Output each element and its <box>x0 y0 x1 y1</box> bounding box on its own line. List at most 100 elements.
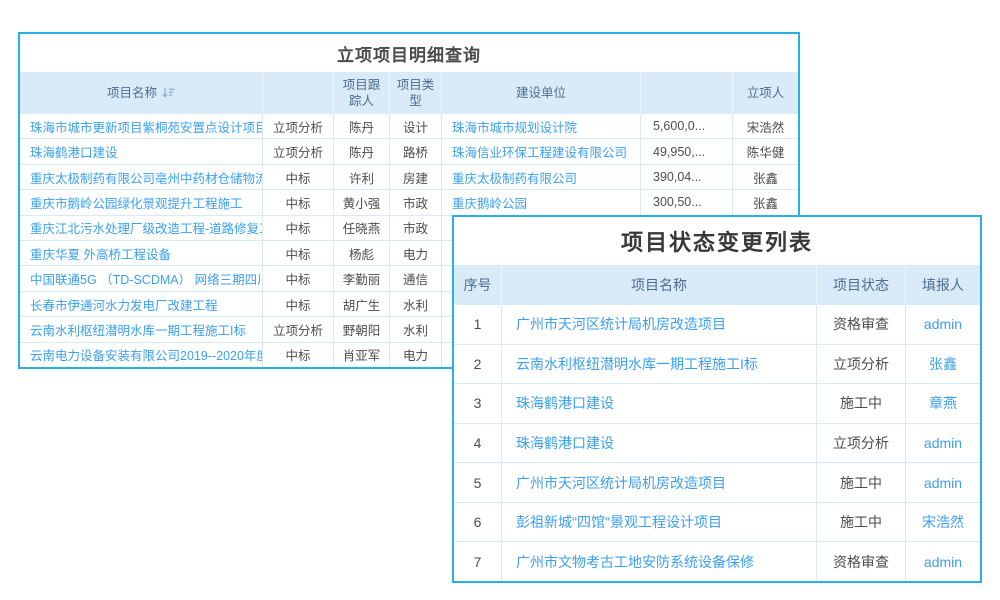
reporter-link[interactable]: admin <box>924 475 962 491</box>
creator-cell: 陈华健 <box>733 139 798 163</box>
header-stage <box>263 72 334 114</box>
project-name-link[interactable]: 云南电力设备安装有限公司2019--2020年度劳务 <box>30 345 262 364</box>
header-project-name: 项目名称 <box>502 265 817 305</box>
reporter-cell: 章燕 <box>906 384 980 423</box>
project-name-link[interactable]: 重庆华夏 外高桥工程设备 <box>30 244 171 263</box>
project-name-link[interactable]: 彭祖新城"四馆"景观工程设计项目 <box>516 512 722 532</box>
project-name-link[interactable]: 云南水利枢纽潜明水库一期工程施工I标 <box>30 320 246 339</box>
org-link[interactable]: 重庆太极制药有限公司 <box>452 168 577 187</box>
project-name-cell: 重庆华夏 外高桥工程设备 <box>20 241 263 265</box>
reporter-link[interactable]: admin <box>924 316 962 332</box>
project-tracker-cell: 胡广生 <box>334 292 390 316</box>
reporter-link[interactable]: 张鑫 <box>929 354 957 374</box>
org-cell: 重庆鹅岭公园 <box>442 190 641 214</box>
project-name-cell: 重庆市鹅岭公园绿化景观提升工程施工 <box>20 190 263 214</box>
project-name-cell: 珠海鹤港口建设 <box>20 139 263 163</box>
serial-cell: 2 <box>454 345 502 384</box>
project-name-cell: 珠海鹤港口建设 <box>502 424 817 463</box>
org-cell: 珠海市城市规划设计院 <box>442 114 641 138</box>
project-tracker-cell: 任晓燕 <box>334 216 390 240</box>
project-name-cell: 珠海鹤港口建设 <box>502 384 817 423</box>
reporter-cell: 宋浩然 <box>906 503 980 542</box>
table-row: 7 广州市文物考古工地安防系统设备保修 资格审查 admin <box>454 542 980 581</box>
back-table-header-row: 项目名称 项目跟踪人 项目类型 建设单位 立项人 <box>20 72 798 114</box>
org-link[interactable]: 重庆鹅岭公园 <box>452 193 527 212</box>
project-stage-cell: 中标 <box>263 343 334 367</box>
amount-cell: 300,50... <box>641 190 733 214</box>
project-tracker-cell: 李勤丽 <box>334 266 390 290</box>
project-stage-cell: 立项分析 <box>263 317 334 341</box>
serial-cell: 1 <box>454 305 502 344</box>
project-name-cell: 广州市天河区统计局机房改造项目 <box>502 305 817 344</box>
project-name-link[interactable]: 广州市天河区统计局机房改造项目 <box>516 473 726 493</box>
table-row: 4 珠海鹤港口建设 立项分析 admin <box>454 424 980 464</box>
project-name-link[interactable]: 重庆江北污水处理厂级改造工程-道路修复工程 <box>30 218 262 237</box>
reporter-link[interactable]: 章燕 <box>929 393 957 413</box>
reporter-link[interactable]: admin <box>924 435 962 451</box>
org-link[interactable]: 珠海信业环保工程建设有限公司 <box>452 142 627 161</box>
project-name-cell: 云南水利枢纽潜明水库一期工程施工I标 <box>20 317 263 341</box>
org-link[interactable]: 珠海市城市规划设计院 <box>452 117 577 136</box>
project-stage-cell: 立项分析 <box>263 114 334 138</box>
serial-cell: 5 <box>454 463 502 502</box>
project-tracker-cell: 肖亚军 <box>334 343 390 367</box>
table-row: 2 云南水利枢纽潜明水库一期工程施工I标 立项分析 张鑫 <box>454 345 980 385</box>
front-table-body: 1 广州市天河区统计局机房改造项目 资格审查 admin 2 云南水利枢纽潜明水… <box>454 305 980 581</box>
project-name-cell: 云南电力设备安装有限公司2019--2020年度劳务 <box>20 343 263 367</box>
project-name-link[interactable]: 长春市伊通河水力发电厂改建工程 <box>30 295 218 314</box>
project-stage-cell: 中标 <box>263 165 334 189</box>
project-name-cell: 广州市天河区统计局机房改造项目 <box>502 463 817 502</box>
project-status-cell: 资格审查 <box>817 305 906 344</box>
serial-cell: 7 <box>454 542 502 581</box>
project-name-link[interactable]: 重庆市鹅岭公园绿化景观提升工程施工 <box>30 193 243 212</box>
project-type-cell: 电力 <box>390 343 442 367</box>
project-name-link[interactable]: 珠海市城市更新项目紫桐苑安置点设计项目 <box>30 117 262 136</box>
sort-amount-icon[interactable] <box>162 87 175 99</box>
project-name-link[interactable]: 云南水利枢纽潜明水库一期工程施工I标 <box>516 354 758 374</box>
amount-cell: 5,600,0... <box>641 114 733 138</box>
project-type-cell: 市政 <box>390 216 442 240</box>
header-type: 项目类型 <box>390 72 442 114</box>
project-status-cell: 立项分析 <box>817 345 906 384</box>
project-name-link[interactable]: 珠海鹤港口建设 <box>516 433 614 453</box>
project-tracker-cell: 陈丹 <box>334 114 390 138</box>
header-project-name[interactable]: 项目名称 <box>20 72 263 114</box>
project-name-cell: 中国联通5G （TD-SCDMA） 网络三期四川工程 <box>20 266 263 290</box>
header-reporter: 填报人 <box>906 265 980 305</box>
project-stage-cell: 中标 <box>263 241 334 265</box>
project-name-link[interactable]: 广州市文物考古工地安防系统设备保修 <box>516 552 754 572</box>
project-name-link[interactable]: 中国联通5G （TD-SCDMA） 网络三期四川工程 <box>30 269 262 288</box>
header-status: 项目状态 <box>817 265 906 305</box>
project-stage-cell: 中标 <box>263 292 334 316</box>
project-status-cell: 施工中 <box>817 503 906 542</box>
amount-cell: 390,04... <box>641 165 733 189</box>
project-name-link[interactable]: 珠海鹤港口建设 <box>516 393 614 413</box>
project-type-cell: 电力 <box>390 241 442 265</box>
project-type-cell: 水利 <box>390 317 442 341</box>
table-row: 5 广州市天河区统计局机房改造项目 施工中 admin <box>454 463 980 503</box>
project-name-cell: 重庆江北污水处理厂级改造工程-道路修复工程 <box>20 216 263 240</box>
org-cell: 珠海信业环保工程建设有限公司 <box>442 139 641 163</box>
reporter-link[interactable]: admin <box>924 554 962 570</box>
status-change-list-table: 项目状态变更列表 序号 项目名称 项目状态 填报人 1 广州市天河区统计局机房改… <box>452 215 982 583</box>
project-status-cell: 资格审查 <box>817 542 906 581</box>
reporter-cell: admin <box>906 424 980 463</box>
project-type-cell: 设计 <box>390 114 442 138</box>
project-tracker-cell: 杨彪 <box>334 241 390 265</box>
project-name-link[interactable]: 珠海鹤港口建设 <box>30 142 118 161</box>
creator-cell: 宋浩然 <box>733 114 798 138</box>
project-type-cell: 路桥 <box>390 139 442 163</box>
table-row: 重庆太极制药有限公司亳州中药材仓储物流基地 中标 许利 房建 重庆太极制药有限公… <box>20 165 798 190</box>
project-stage-cell: 中标 <box>263 190 334 214</box>
reporter-cell: admin <box>906 542 980 581</box>
project-type-cell: 房建 <box>390 165 442 189</box>
reporter-link[interactable]: 宋浩然 <box>922 512 964 532</box>
header-amount <box>641 72 733 114</box>
project-name-cell: 重庆太极制药有限公司亳州中药材仓储物流基地 <box>20 165 263 189</box>
table-row: 1 广州市天河区统计局机房改造项目 资格审查 admin <box>454 305 980 345</box>
project-name-link[interactable]: 广州市天河区统计局机房改造项目 <box>516 314 726 334</box>
header-creator: 立项人 <box>733 72 798 114</box>
project-status-cell: 施工中 <box>817 384 906 423</box>
table-row: 6 彭祖新城"四馆"景观工程设计项目 施工中 宋浩然 <box>454 503 980 543</box>
project-name-link[interactable]: 重庆太极制药有限公司亳州中药材仓储物流基地 <box>30 168 262 187</box>
